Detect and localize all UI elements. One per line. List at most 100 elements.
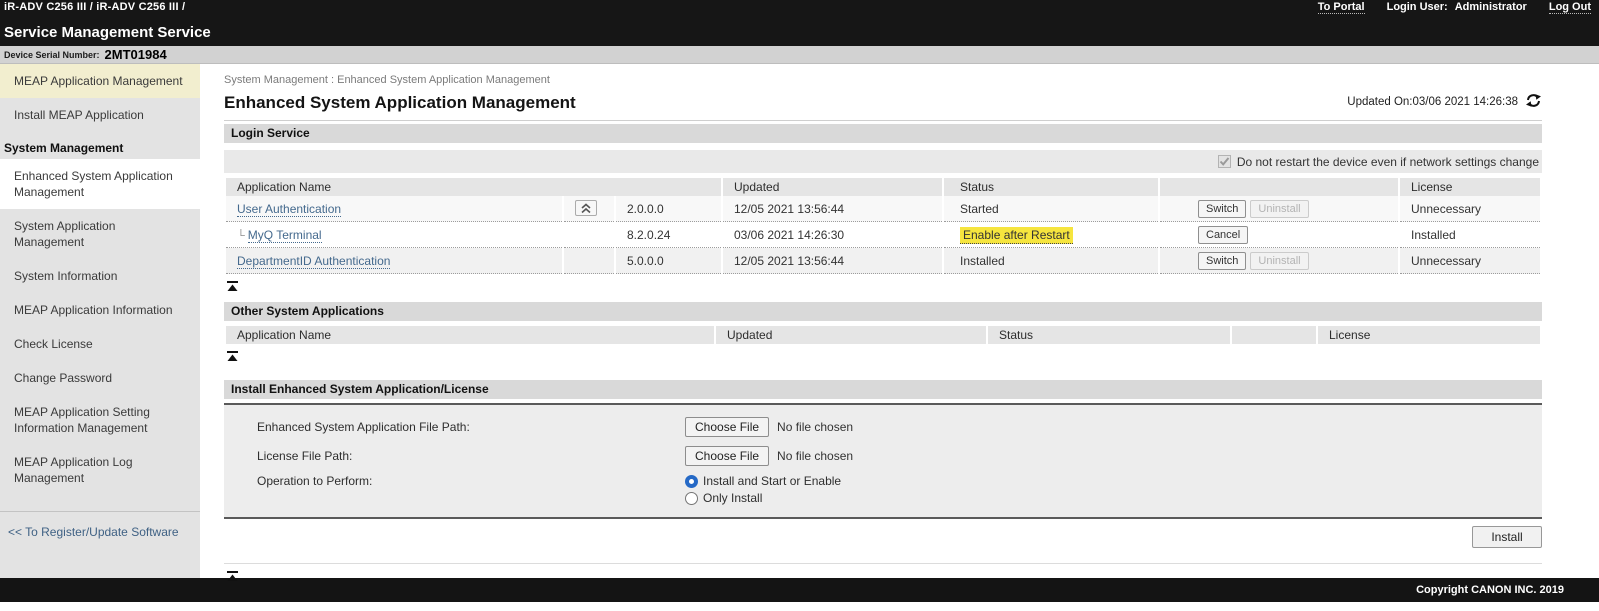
table-row: └MyQ Terminal 8.2.0.2403/06 2021 14:26:30… (226, 222, 1540, 248)
sidebar-item-meap-application-management[interactable]: MEAP Application Management (0, 64, 200, 98)
top-bar: iR-ADV C256 III / iR-ADV C256 III / To P… (0, 0, 1599, 46)
serial-label: Device Serial Number: (4, 50, 100, 62)
col-license: License (1318, 326, 1540, 344)
operation-label: Operation to Perform: (224, 474, 685, 488)
table-row: DepartmentID Authentication 5.0.0.012/05 … (226, 248, 1540, 274)
choose-file-button[interactable]: Choose File (685, 446, 769, 466)
app-link[interactable]: MyQ Terminal (248, 228, 322, 243)
radio-option-label: Install and Start or Enable (703, 474, 841, 488)
app-title: Service Management Service (4, 24, 211, 41)
main-content: System Management : Enhanced System Appl… (200, 64, 1599, 578)
logout-link[interactable]: Log Out (1549, 1, 1591, 14)
col-application-name: Application Name (226, 178, 721, 196)
other-apps-table: Application NameUpdatedStatusLicense (224, 326, 1542, 344)
app-name-cell: DepartmentID Authentication (226, 248, 562, 274)
version-cell: 5.0.0.0 (616, 248, 721, 274)
topbar-links: To Portal Login User: Administrator Log … (1318, 1, 1591, 14)
login-service-table-header: Application NameUpdatedStatusLicense (226, 178, 1540, 196)
breadcrumb: System Management : Enhanced System Appl… (224, 64, 1542, 86)
file-path-label: Enhanced System Application File Path: (224, 420, 685, 434)
install-button[interactable]: Install (1472, 526, 1542, 548)
sidebar-item-meap-application-setting-information-management[interactable]: MEAP Application Setting Information Man… (0, 395, 200, 445)
cancel-button[interactable]: Cancel (1198, 226, 1248, 244)
col-actions (1160, 178, 1398, 196)
page-title: Enhanced System Application Management (224, 93, 576, 113)
app-link[interactable]: User Authentication (237, 202, 341, 217)
uninstall-button: Uninstall (1250, 252, 1308, 270)
switch-button[interactable]: Switch (1198, 252, 1246, 270)
col-license: License (1400, 178, 1540, 196)
app-name-cell: └MyQ Terminal (226, 222, 562, 248)
updated-on-text: Updated On:03/06 2021 14:26:38 (1347, 96, 1518, 108)
sidebar-item-change-password[interactable]: Change Password (0, 361, 200, 395)
status-cell: Enable after Restart (944, 222, 1158, 248)
sidebar-item-check-license[interactable]: Check License (0, 327, 200, 361)
status-text: Started (960, 202, 999, 216)
to-portal-link[interactable]: To Portal (1318, 1, 1365, 14)
radio-selected-icon[interactable] (685, 475, 698, 488)
section-other-apps: Other System Applications (224, 302, 1542, 321)
restart-checkbox[interactable] (1218, 155, 1231, 168)
scroll-to-top-icon[interactable] (227, 569, 238, 587)
updated-cell: 03/06 2021 14:26:30 (723, 222, 942, 248)
bottom-separator (224, 563, 1542, 564)
section-install: Install Enhanced System Application/Lice… (224, 380, 1542, 399)
choose-file-button[interactable]: Choose File (685, 417, 769, 437)
uninstall-button: Uninstall (1250, 200, 1308, 218)
restart-checkbox-row: Do not restart the device even if networ… (224, 150, 1542, 173)
actions-cell: SwitchUninstall (1160, 248, 1398, 274)
sidebar-item-system-information[interactable]: System Information (0, 259, 200, 293)
tree-branch-glyph: └ (237, 230, 245, 242)
switch-button[interactable]: Switch (1198, 200, 1246, 218)
file-path-row: License File Path:Choose FileNo file cho… (224, 445, 1542, 467)
actions-cell: SwitchUninstall (1160, 196, 1398, 222)
license-cell: Installed (1400, 222, 1540, 248)
login-user: Login User: Administrator (1387, 1, 1527, 13)
collapse-cell (564, 222, 614, 248)
col-status: Status (988, 326, 1230, 344)
login-user-label: Login User: (1387, 1, 1448, 13)
other-apps-table-header: Application NameUpdatedStatusLicense (226, 326, 1540, 344)
col-status: Status (944, 178, 1158, 196)
login-user-name: Administrator (1455, 1, 1527, 13)
sidebar: MEAP Application ManagementInstall MEAP … (0, 64, 200, 578)
back-to-register-update-link[interactable]: << To Register/Update Software (0, 512, 200, 547)
serial-bar: Device Serial Number: 2MT01984 (0, 46, 1599, 64)
radio-unselected-icon[interactable] (685, 492, 698, 505)
app-link[interactable]: DepartmentID Authentication (237, 254, 390, 269)
file-path-row: Enhanced System Application File Path:Ch… (224, 416, 1542, 438)
file-input: Choose File No file chosen (685, 417, 853, 437)
actions-cell: Cancel (1160, 222, 1398, 248)
file-chosen-text: No file chosen (777, 420, 853, 434)
sidebar-item-meap-application-information[interactable]: MEAP Application Information (0, 293, 200, 327)
radio-option[interactable]: Only Install (685, 491, 841, 505)
col-actions (1232, 326, 1316, 344)
sidebar-item-meap-application-log-management[interactable]: MEAP Application Log Management (0, 445, 200, 495)
updated-cell: 12/05 2021 13:56:44 (723, 248, 942, 274)
radio-option[interactable]: Install and Start or Enable (685, 474, 841, 488)
app-name-cell: User Authentication (226, 196, 562, 222)
login-service-table: Application NameUpdatedStatusLicense Use… (224, 178, 1542, 274)
title-row: Enhanced System Application Management U… (224, 86, 1542, 121)
sidebar-item-install-meap-application[interactable]: Install MEAP Application (0, 98, 200, 132)
file-chosen-text: No file chosen (777, 449, 853, 463)
version-cell: 8.2.0.24 (616, 222, 721, 248)
sidebar-item-enhanced-system-application-management[interactable]: Enhanced System Application Management (0, 159, 200, 209)
version-cell: 2.0.0.0 (616, 196, 721, 222)
operation-row: Operation to Perform: Install and Start … (224, 474, 1542, 505)
scroll-to-top-icon[interactable] (227, 279, 238, 297)
status-highlighted: Enable after Restart (960, 227, 1073, 244)
refresh-icon[interactable] (1525, 93, 1542, 111)
col-updated: Updated (716, 326, 986, 344)
install-form: Enhanced System Application File Path:Ch… (224, 403, 1542, 519)
section-login-service: Login Service (224, 124, 1542, 143)
copyright-text: Copyright CANON INC. 2019 (1416, 584, 1564, 596)
collapse-chevrons-icon[interactable] (575, 200, 597, 216)
collapse-cell (564, 196, 614, 222)
license-cell: Unnecessary (1400, 248, 1540, 274)
license-cell: Unnecessary (1400, 196, 1540, 222)
scroll-to-top-icon[interactable] (227, 349, 238, 367)
serial-value: 2MT01984 (105, 48, 167, 62)
collapse-cell (564, 248, 614, 274)
sidebar-item-system-application-management[interactable]: System Application Management (0, 209, 200, 259)
